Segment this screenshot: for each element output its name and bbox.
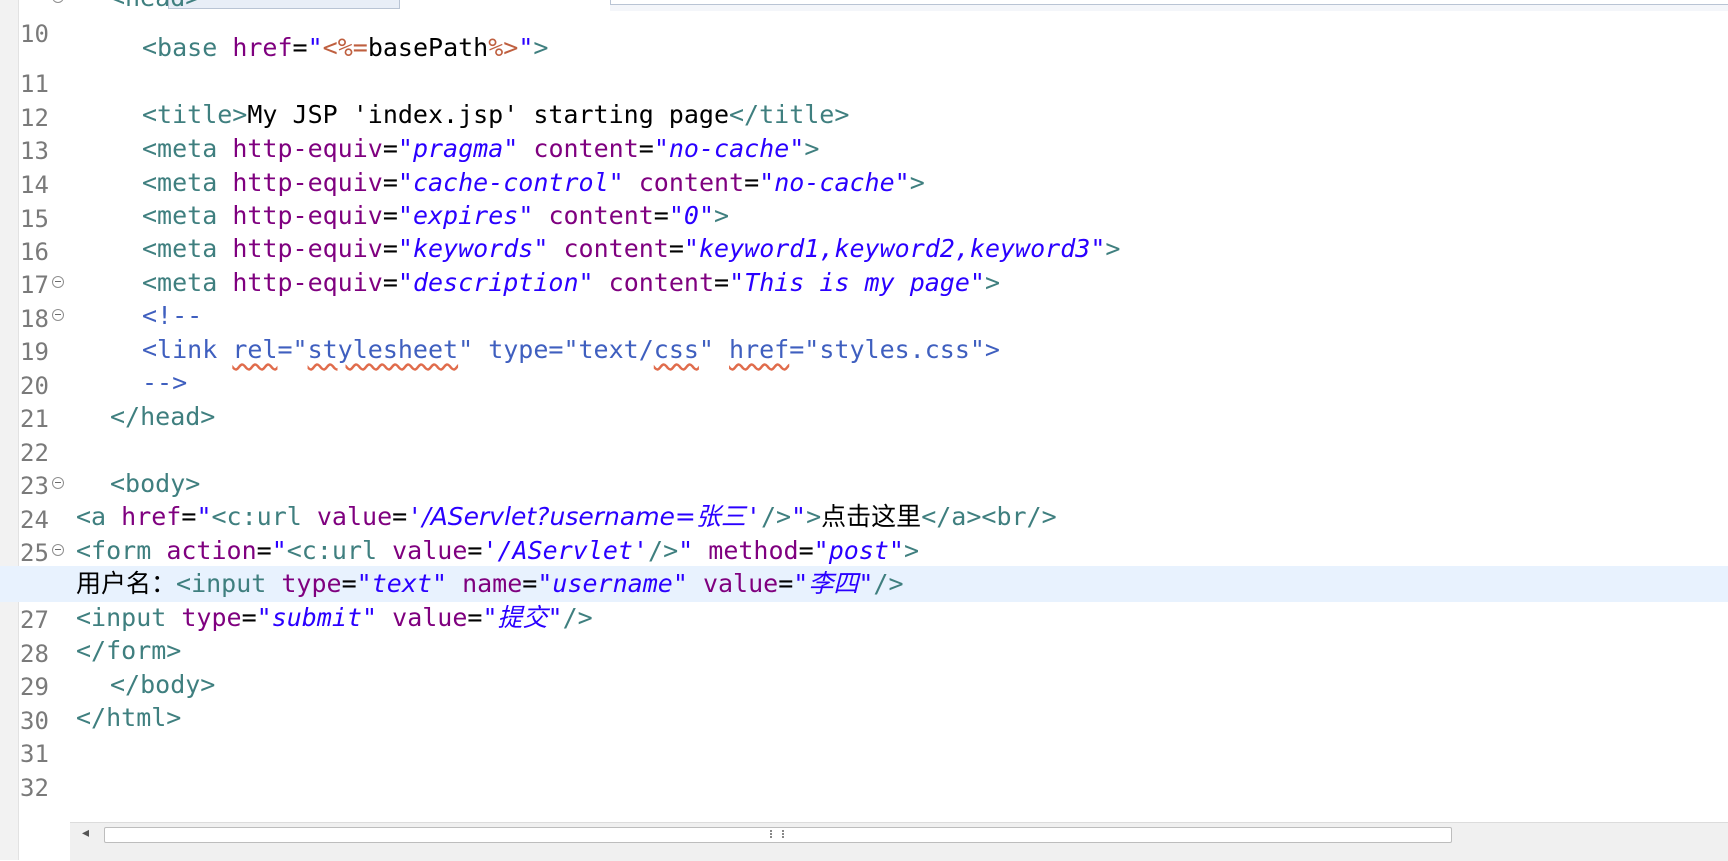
horizontal-scrollbar[interactable]: ◂ <box>70 822 1728 861</box>
code-line[interactable]: 28 <input type="submit" value="提交"/> <box>0 600 1728 668</box>
link-text: 点击这里 <box>821 502 922 531</box>
fold-toggle-icon[interactable] <box>52 544 64 556</box>
code-line[interactable]: 19 <!-- <box>0 298 1728 366</box>
code-line[interactable]: 21 --> <box>0 365 1728 433</box>
code-line[interactable]: 24 <body> <box>0 466 1728 534</box>
code-text: </html> <box>76 703 182 732</box>
code-text: <meta http-equiv="description" content="… <box>142 268 1001 297</box>
code-line[interactable]: 10 <head> <box>0 0 1728 48</box>
code-text: <meta http-equiv="expires" content="0"> <box>142 201 730 230</box>
code-line[interactable]: 15 <meta http-equiv="cache-control" cont… <box>0 165 1728 233</box>
scrollbar-grip-icon <box>770 830 784 838</box>
code-text: <meta http-equiv="cache-control" content… <box>142 168 925 197</box>
line-number: 32 <box>20 774 49 802</box>
code-line[interactable]: 32 <box>0 734 1728 802</box>
code-editor[interactable]: 10 <head> 11 <base href="<%=basePath%>">… <box>0 0 1728 820</box>
fold-toggle-icon[interactable] <box>52 276 64 288</box>
code-line[interactable]: 13 <title>My JSP 'index.jsp' starting pa… <box>0 97 1728 165</box>
code-text: <meta http-equiv="pragma" content="no-ca… <box>142 134 820 163</box>
code-text: <base href="<%=basePath%>"> <box>142 33 549 62</box>
fold-toggle-icon[interactable] <box>52 477 64 489</box>
code-text: </body> <box>110 670 216 699</box>
code-line[interactable]: 12 <box>0 64 1728 132</box>
code-text: 用户名：<input type="text" name="username" v… <box>76 569 904 598</box>
jsp-expression: basePath <box>367 33 489 62</box>
code-text: <a href="<c:url value='/AServlet?usernam… <box>76 502 1057 531</box>
code-text: <link rel="stylesheet" type="text/css" h… <box>142 335 1000 364</box>
code-line-current[interactable]: 27 用户名：<input type="text" name="username… <box>0 566 1728 634</box>
code-text: <head> <box>76 0 200 16</box>
code-text: <form action="<c:url value='/AServlet'/>… <box>76 536 920 565</box>
scroll-left-arrow-icon[interactable]: ◂ <box>82 825 89 841</box>
code-text: <!-- <box>142 301 203 330</box>
code-line[interactable]: 11 <base href="<%=basePath%>"> <box>0 30 1728 98</box>
code-text: --> <box>142 368 188 397</box>
title-text: My JSP 'index.jsp' starting page <box>247 100 729 129</box>
code-line[interactable]: 20 <link rel="stylesheet" type="text/css… <box>0 332 1728 400</box>
code-text: </head> <box>110 402 216 431</box>
code-text: <input type="submit" value="提交"/> <box>76 603 593 632</box>
code-line[interactable]: 25 <a href="<c:url value='/AServlet?user… <box>0 499 1728 567</box>
code-text: <title>My JSP 'index.jsp' starting page<… <box>142 100 850 129</box>
code-line[interactable]: 30 </body> <box>0 667 1728 735</box>
code-text: <meta http-equiv="keywords" content="key… <box>142 234 1121 263</box>
code-text: <body> <box>110 469 201 498</box>
code-line[interactable]: 23 <box>0 432 1728 500</box>
code-line[interactable]: 17 <meta http-equiv="keywords" content="… <box>0 231 1728 299</box>
code-line[interactable]: 14 <meta http-equiv="pragma" content="no… <box>0 131 1728 199</box>
code-line[interactable]: 31 </html> <box>0 700 1728 768</box>
scrollbar-thumb[interactable] <box>104 827 1452 843</box>
code-line[interactable]: 22 </head> <box>0 399 1728 467</box>
code-line[interactable]: 26 <form action="<c:url value='/AServlet… <box>0 533 1728 601</box>
code-line[interactable]: 18 <meta http-equiv="description" conten… <box>0 265 1728 333</box>
fold-toggle-icon[interactable] <box>52 0 64 3</box>
fold-toggle-icon[interactable] <box>52 309 64 321</box>
code-text: </form> <box>76 636 182 665</box>
code-line[interactable]: 16 <meta http-equiv="expires" content="0… <box>0 198 1728 266</box>
code-line[interactable]: 29 </form> <box>0 633 1728 701</box>
